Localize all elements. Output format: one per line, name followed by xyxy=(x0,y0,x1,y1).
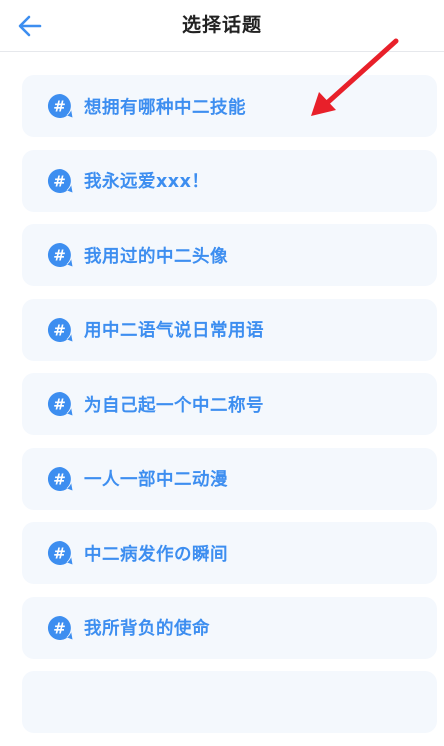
topic-label: 中二病发作の瞬间 xyxy=(84,544,228,565)
page-title: 选择话题 xyxy=(181,14,262,36)
topic-label: 我所背负的使命 xyxy=(84,619,210,639)
svg-text:#: # xyxy=(53,545,66,563)
hashtag-icon: # xyxy=(47,317,73,342)
hashtag-icon: # xyxy=(47,540,73,565)
svg-text:#: # xyxy=(53,172,66,190)
topic-item[interactable]: # 我永远爱xxx！ xyxy=(22,149,437,212)
topic-label: 我用过的中二头像 xyxy=(84,246,228,267)
topic-item[interactable]: # 一人一部中二动漫 xyxy=(22,447,437,510)
topic-item[interactable]: # 用中二语气说日常用语 xyxy=(22,298,437,361)
svg-text:#: # xyxy=(53,470,66,488)
topic-item-partial[interactable] xyxy=(22,671,437,733)
topic-list: # 想拥有哪种中二技能 # 我永远爱xxx！ # 我用过的中二头像 # 用中二语… xyxy=(22,75,437,746)
svg-text:#: # xyxy=(53,98,66,116)
topic-label: 为自己起一个中二称号 xyxy=(84,395,264,416)
hashtag-icon: # xyxy=(47,93,73,118)
topic-item[interactable]: # 中二病发作の瞬间 xyxy=(22,522,437,584)
topic-item[interactable]: # 我所背负的使命 xyxy=(22,596,437,659)
topic-item[interactable]: # 想拥有哪种中二技能 xyxy=(22,75,437,137)
hashtag-icon: # xyxy=(47,466,73,491)
hashtag-icon: # xyxy=(47,391,73,416)
topic-label: 想拥有哪种中二技能 xyxy=(84,97,246,118)
top-bar: 选择话题 xyxy=(0,0,444,52)
svg-text:#: # xyxy=(53,396,66,414)
topic-label: 我永远爱xxx！ xyxy=(84,172,210,192)
hashtag-icon: # xyxy=(47,615,73,640)
topic-item[interactable]: # 我用过的中二头像 xyxy=(22,224,437,286)
topic-label: 一人一部中二动漫 xyxy=(84,470,228,490)
topic-label: 用中二语气说日常用语 xyxy=(84,321,264,341)
svg-text:#: # xyxy=(53,321,66,339)
svg-text:#: # xyxy=(53,247,66,265)
hashtag-icon: # xyxy=(47,242,73,267)
topic-item[interactable]: # 为自己起一个中二称号 xyxy=(22,373,437,435)
hashtag-icon: # xyxy=(47,168,73,193)
svg-text:#: # xyxy=(53,619,66,637)
